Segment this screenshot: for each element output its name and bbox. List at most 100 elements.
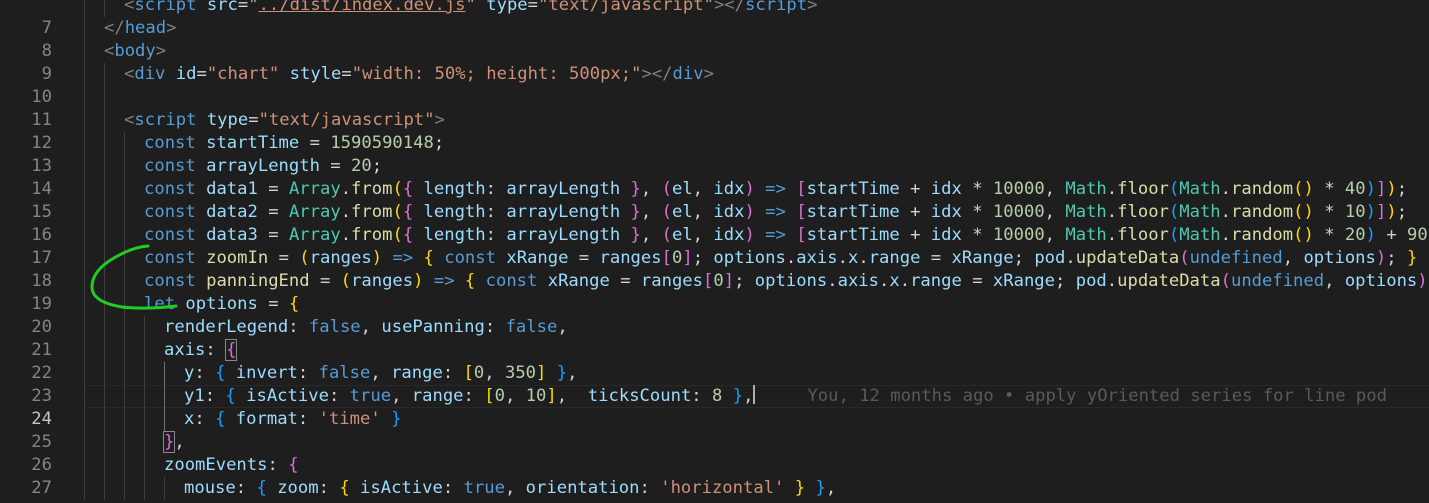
indent-guide xyxy=(84,454,85,477)
code-line[interactable]: 18 const zoomIn = (ranges) => { const xR… xyxy=(0,247,1429,291)
indent-guide xyxy=(124,362,125,385)
indent-guide xyxy=(84,431,85,454)
indent-guide xyxy=(104,339,105,362)
indent-guide xyxy=(104,224,105,247)
code-line[interactable]: 27 zoomEvents: { xyxy=(0,454,1429,498)
code-line[interactable]: 25 x: { format: 'time' } xyxy=(0,408,1429,452)
code-text: const panningEnd = (ranges) => { const x… xyxy=(144,271,1429,291)
code-text: <body> xyxy=(104,41,167,61)
indent-guide xyxy=(124,155,125,178)
indent-guide xyxy=(84,201,85,224)
indent-guide xyxy=(124,316,125,339)
indent-guide xyxy=(84,339,85,362)
code-line[interactable]: 20 let options = { xyxy=(0,293,1429,337)
indent-guide xyxy=(104,316,105,339)
indent-guide xyxy=(104,431,105,454)
code-line[interactable]: 11 xyxy=(0,86,1429,130)
indent-guide xyxy=(124,339,125,362)
indent-guide xyxy=(104,293,105,316)
indent-guide xyxy=(124,408,125,431)
code-line-current[interactable]: 24 y1: { isActive: true, range: [0, 10],… xyxy=(0,385,1429,429)
code-line[interactable]: 10 <div id="chart" style="width: 50%; he… xyxy=(0,63,1429,107)
indent-guide xyxy=(84,40,85,63)
git-blame-annotation: You, 12 months ago • apply yOriented ser… xyxy=(807,386,1387,406)
code-line[interactable]: 8 </head> xyxy=(0,17,1429,61)
indent-guide xyxy=(124,132,125,155)
indent-guide xyxy=(104,155,105,178)
indent-guide xyxy=(124,454,125,477)
indent-guide xyxy=(84,109,85,132)
code-text: const data3 = Array.from({ length: array… xyxy=(144,225,1429,245)
code-text: renderLegend: false, usePanning: false, xyxy=(164,317,568,337)
code-text: const data1 = Array.from({ length: array… xyxy=(144,179,1408,199)
indent-guide xyxy=(104,109,105,132)
code-text: }, xyxy=(162,431,185,453)
indent-guide xyxy=(104,454,105,477)
code-line[interactable]: 21 renderLegend: false, usePanning: fals… xyxy=(0,316,1429,360)
code-text: axis: { xyxy=(164,339,238,361)
code-editor[interactable]: 7 <script src="../dist/index.dev.js" typ… xyxy=(0,0,1429,503)
indent-guide xyxy=(84,362,85,385)
indent-guide xyxy=(164,477,165,500)
indent-guide xyxy=(144,408,145,431)
code-line[interactable]: 9 <body> xyxy=(0,40,1429,84)
indent-guide xyxy=(84,0,85,17)
indent-guide xyxy=(124,431,125,454)
code-line[interactable]: 7 <script src="../dist/index.dev.js" typ… xyxy=(0,0,1429,38)
indent-guide xyxy=(124,247,125,270)
text-cursor xyxy=(753,385,756,404)
code-line[interactable]: 13 const startTime = 1590590148; xyxy=(0,132,1429,176)
code-text: const arrayLength = 20; xyxy=(144,156,383,176)
indent-guide xyxy=(104,247,105,270)
indent-guide xyxy=(124,224,125,247)
code-line[interactable]: 22 axis: { xyxy=(0,339,1429,383)
indent-guide xyxy=(164,385,165,408)
code-line[interactable]: 16 const data2 = Array.from({ length: ar… xyxy=(0,201,1429,245)
indent-guide xyxy=(104,178,105,201)
indent-guide xyxy=(164,408,165,431)
indent-guide xyxy=(84,477,85,500)
indent-guide xyxy=(84,178,85,201)
code-text: const startTime = 1590590148; xyxy=(144,133,445,153)
code-line[interactable]: 14 const arrayLength = 20; xyxy=(0,155,1429,199)
indent-guide xyxy=(104,362,105,385)
code-text: x: { format: 'time' } xyxy=(184,409,402,429)
indent-guide xyxy=(84,63,85,86)
indent-guide xyxy=(144,339,145,362)
code-line[interactable]: 28 mouse: { zoom: { isActive: true, orie… xyxy=(0,477,1429,503)
code-text: y1: { isActive: true, range: [0, 10], ti… xyxy=(184,385,1387,406)
code-text: <script type="text/javascript"> xyxy=(124,110,445,130)
code-text: let options = { xyxy=(144,294,300,314)
indent-guide xyxy=(84,293,85,316)
code-line[interactable]: 19 const panningEnd = (ranges) => { cons… xyxy=(0,270,1429,314)
indent-guide xyxy=(104,86,105,109)
indent-guide xyxy=(164,362,165,385)
indent-guide xyxy=(104,132,105,155)
code-text: <div id="chart" style="width: 50%; heigh… xyxy=(124,64,714,84)
code-line[interactable]: 23 y: { invert: false, range: [0, 350] }… xyxy=(0,362,1429,406)
code-text: y: { invert: false, range: [0, 350] }, xyxy=(184,363,578,383)
indent-guide xyxy=(84,270,85,293)
indent-guide xyxy=(84,408,85,431)
code-text: const zoomIn = (ranges) => { const xRang… xyxy=(144,248,1418,268)
code-line[interactable]: 12 <script type="text/javascript"> xyxy=(0,109,1429,153)
indent-guide xyxy=(104,408,105,431)
indent-guide xyxy=(84,224,85,247)
indent-guide xyxy=(104,270,105,293)
code-line[interactable]: 26 }, xyxy=(0,431,1429,475)
code-text: <script src="../dist/index.dev.js" type=… xyxy=(124,0,818,15)
indent-guide xyxy=(124,293,125,316)
indent-guide xyxy=(84,155,85,178)
indent-guide xyxy=(84,132,85,155)
indent-guide xyxy=(84,316,85,339)
indent-guide xyxy=(124,385,125,408)
indent-guide xyxy=(104,477,105,500)
code-text: zoomEvents: { xyxy=(164,455,299,475)
code-line[interactable]: 15 const data1 = Array.from({ length: ar… xyxy=(0,178,1429,222)
indent-guide xyxy=(144,477,145,500)
code-text: </head> xyxy=(104,18,177,38)
code-line[interactable]: 17 const data3 = Array.from({ length: ar… xyxy=(0,224,1429,268)
indent-guide xyxy=(84,385,85,408)
indent-guide xyxy=(104,63,105,86)
indent-guide xyxy=(124,477,125,500)
